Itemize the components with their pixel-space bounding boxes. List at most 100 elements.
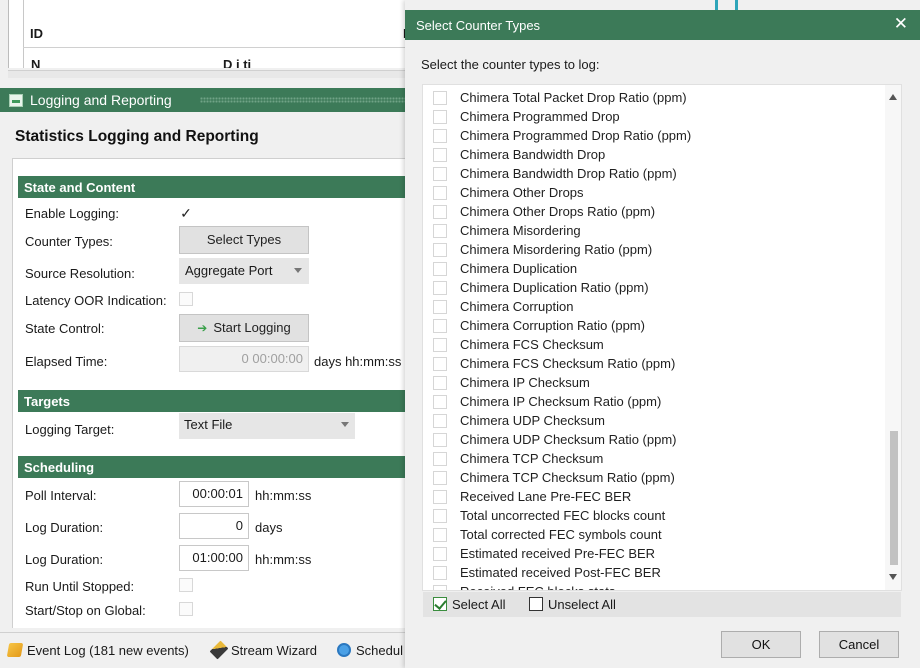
- list-item[interactable]: Received Lane Pre-FEC BER: [423, 487, 885, 506]
- list-item-checkbox[interactable]: [433, 148, 447, 162]
- enable-logging-checkbox[interactable]: ✓: [179, 206, 193, 220]
- close-icon[interactable]: ✕: [894, 15, 908, 33]
- source-resolution-value: Aggregate Port: [185, 263, 273, 278]
- horizontal-scrollbar[interactable]: [8, 70, 408, 78]
- list-item[interactable]: Chimera FCS Checksum: [423, 335, 885, 354]
- list-item-checkbox[interactable]: [433, 167, 447, 181]
- counter-types-label: Counter Types:: [25, 234, 113, 249]
- list-item-checkbox[interactable]: [433, 414, 447, 428]
- tab-stream-wizard[interactable]: Stream Wizard: [209, 640, 317, 660]
- list-item[interactable]: Chimera Other Drops: [423, 183, 885, 202]
- dialog-title-bar[interactable]: Select Counter Types ✕: [405, 10, 920, 40]
- list-item-checkbox[interactable]: [433, 357, 447, 371]
- list-item[interactable]: Total corrected FEC symbols count: [423, 525, 885, 544]
- page-title: Statistics Logging and Reporting: [15, 128, 259, 145]
- list-item-checkbox[interactable]: [433, 528, 447, 542]
- list-item-checkbox[interactable]: [433, 547, 447, 561]
- log-duration-days-input[interactable]: 0: [179, 513, 249, 539]
- list-item-checkbox[interactable]: [433, 110, 447, 124]
- list-item[interactable]: Chimera Programmed Drop: [423, 107, 885, 126]
- list-item-label: Chimera Bandwidth Drop: [460, 147, 606, 162]
- list-item[interactable]: Chimera UDP Checksum Ratio (ppm): [423, 430, 885, 449]
- list-item-label: Estimated received Post-FEC BER: [460, 565, 661, 580]
- list-item[interactable]: Chimera IP Checksum: [423, 373, 885, 392]
- list-item[interactable]: Chimera Bandwidth Drop: [423, 145, 885, 164]
- drag-grip[interactable]: [200, 97, 412, 103]
- list-item-checkbox[interactable]: [433, 566, 447, 580]
- select-counter-types-dialog: Select Counter Types ✕ Select the counte…: [405, 0, 920, 668]
- list-item[interactable]: Estimated received Pre-FEC BER: [423, 544, 885, 563]
- list-item[interactable]: Chimera TCP Checksum Ratio (ppm): [423, 468, 885, 487]
- scroll-thumb[interactable]: [890, 431, 898, 565]
- list-item[interactable]: Chimera Bandwidth Drop Ratio (ppm): [423, 164, 885, 183]
- select-all-label[interactable]: Select All: [452, 597, 505, 612]
- list-item-checkbox[interactable]: [433, 490, 447, 504]
- list-item[interactable]: Chimera UDP Checksum: [423, 411, 885, 430]
- ok-button[interactable]: OK: [721, 631, 801, 658]
- tab-event-log[interactable]: Event Log (181 new events): [6, 643, 189, 658]
- list-item-checkbox[interactable]: [433, 281, 447, 295]
- run-until-stopped-checkbox[interactable]: [179, 578, 193, 592]
- tab-schedule-label: Schedul: [356, 643, 403, 658]
- list-item-checkbox[interactable]: [433, 91, 447, 105]
- cancel-button[interactable]: Cancel: [819, 631, 899, 658]
- table-header-row: ID MI: [23, 14, 417, 48]
- list-item-checkbox[interactable]: [433, 338, 447, 352]
- list-item[interactable]: Chimera Duplication: [423, 259, 885, 278]
- list-item[interactable]: Chimera IP Checksum Ratio (ppm): [423, 392, 885, 411]
- list-item[interactable]: Chimera Total Packet Drop Ratio (ppm): [423, 88, 885, 107]
- list-item[interactable]: Received FEC blocks stats: [423, 582, 885, 590]
- list-item-checkbox[interactable]: [433, 433, 447, 447]
- scroll-up-icon[interactable]: [889, 94, 897, 100]
- list-item-checkbox[interactable]: [433, 300, 447, 314]
- list-item-checkbox[interactable]: [433, 224, 447, 238]
- log-duration-time-input[interactable]: 01:00:00: [179, 545, 249, 571]
- poll-interval-input[interactable]: 00:00:01: [179, 481, 249, 507]
- list-item-checkbox[interactable]: [433, 452, 447, 466]
- source-resolution-select[interactable]: Aggregate Port: [179, 258, 309, 284]
- scroll-down-icon[interactable]: [889, 574, 897, 580]
- list-item[interactable]: Chimera Misordering Ratio (ppm): [423, 240, 885, 259]
- column-header-name[interactable]: N: [31, 57, 40, 68]
- list-item[interactable]: Chimera Other Drops Ratio (ppm): [423, 202, 885, 221]
- list-item[interactable]: Chimera Programmed Drop Ratio (ppm): [423, 126, 885, 145]
- select-all-checkbox[interactable]: [433, 597, 447, 611]
- list-item-checkbox[interactable]: [433, 471, 447, 485]
- logging-target-select[interactable]: Text File: [179, 413, 355, 439]
- list-scrollbar[interactable]: [885, 85, 901, 590]
- list-item-checkbox[interactable]: [433, 585, 447, 590]
- list-item-checkbox[interactable]: [433, 129, 447, 143]
- list-item[interactable]: Chimera TCP Checksum: [423, 449, 885, 468]
- list-item-checkbox[interactable]: [433, 243, 447, 257]
- latency-oor-checkbox[interactable]: [179, 292, 193, 306]
- list-item[interactable]: Chimera Corruption: [423, 297, 885, 316]
- start-logging-button[interactable]: ➔ Start Logging: [179, 314, 309, 342]
- start-stop-global-checkbox[interactable]: [179, 602, 193, 616]
- column-header-description[interactable]: D i ti: [223, 57, 251, 68]
- list-item-checkbox[interactable]: [433, 319, 447, 333]
- unselect-all-label[interactable]: Unselect All: [548, 597, 616, 612]
- list-item-checkbox[interactable]: [433, 186, 447, 200]
- list-item[interactable]: Chimera FCS Checksum Ratio (ppm): [423, 354, 885, 373]
- list-item[interactable]: Chimera Misordering: [423, 221, 885, 240]
- list-item[interactable]: Total uncorrected FEC blocks count: [423, 506, 885, 525]
- list-item-label: Chimera Corruption Ratio (ppm): [460, 318, 645, 333]
- list-item-checkbox[interactable]: [433, 509, 447, 523]
- background-app: ID MI N D i ti Logging and Reporting Sta…: [0, 0, 420, 668]
- list-item-checkbox[interactable]: [433, 376, 447, 390]
- logging-target-value: Text File: [184, 417, 233, 432]
- list-item-checkbox[interactable]: [433, 395, 447, 409]
- list-item[interactable]: Chimera Corruption Ratio (ppm): [423, 316, 885, 335]
- list-item-label: Received Lane Pre-FEC BER: [460, 489, 632, 504]
- unselect-all-checkbox[interactable]: [529, 597, 543, 611]
- list-item[interactable]: Estimated received Post-FEC BER: [423, 563, 885, 582]
- tab-schedule[interactable]: Schedul: [337, 643, 403, 658]
- log-duration-time-unit: hh:mm:ss: [255, 552, 312, 567]
- section-header-state-content: State and Content: [18, 176, 410, 198]
- select-types-button[interactable]: Select Types: [179, 226, 309, 254]
- list-item[interactable]: Chimera Duplication Ratio (ppm): [423, 278, 885, 297]
- list-item-checkbox[interactable]: [433, 262, 447, 276]
- column-header-id[interactable]: ID: [30, 26, 43, 41]
- list-item-checkbox[interactable]: [433, 205, 447, 219]
- tab-event-log-label: Event Log (181 new events): [27, 643, 189, 658]
